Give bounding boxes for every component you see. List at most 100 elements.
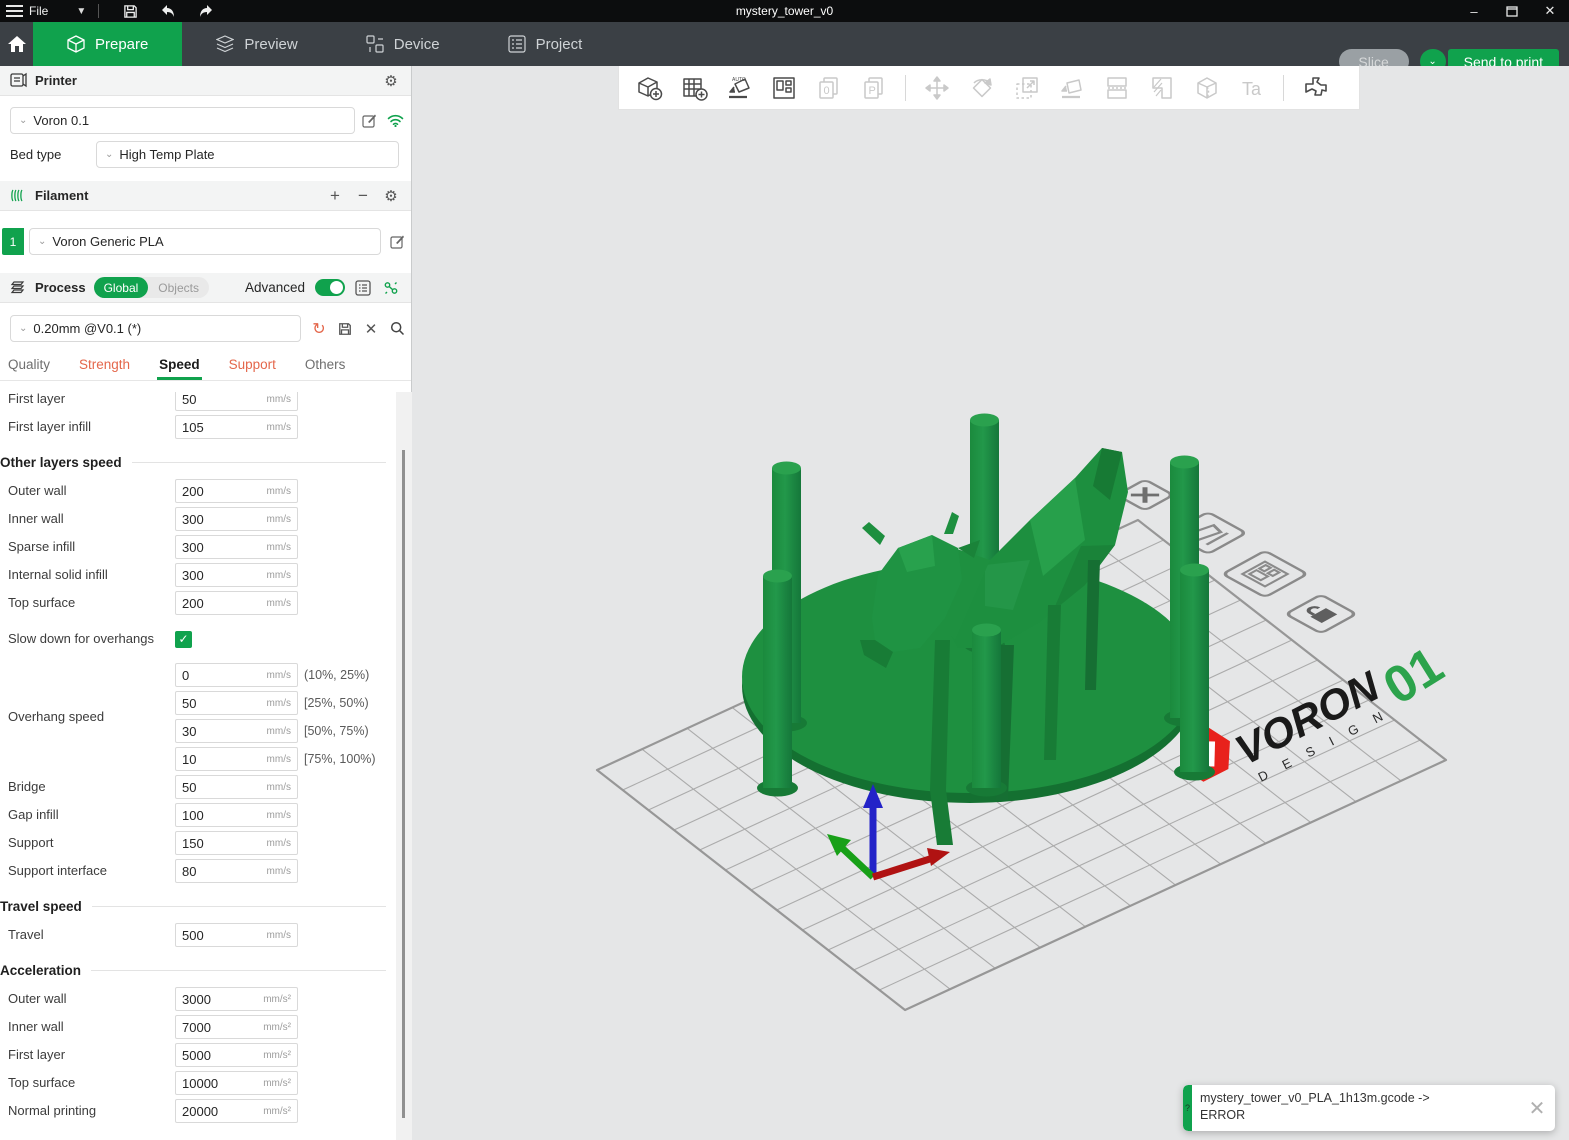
maximize-button[interactable] <box>1493 0 1531 22</box>
value-input[interactable]: 50mm/s <box>175 775 298 799</box>
undo-icon[interactable] <box>157 3 179 19</box>
value-input[interactable]: 10mm/s <box>175 747 298 771</box>
value-input[interactable]: 20000mm/s² <box>175 1099 298 1123</box>
setting-label: Bridge <box>8 779 175 795</box>
add-filament-icon[interactable]: + <box>325 186 345 206</box>
close-button[interactable]: ✕ <box>1531 0 1569 22</box>
printer-settings-gear-icon[interactable]: ⚙ <box>381 71 401 91</box>
setting-row: Bridge50mm/s <box>0 773 396 801</box>
value-input[interactable]: 80mm/s <box>175 859 298 883</box>
arrange-icon[interactable] <box>764 70 804 106</box>
bed-type-select[interactable]: ⌄ High Temp Plate <box>96 141 399 168</box>
add-plate-icon[interactable] <box>674 70 714 106</box>
bed-type-label: Bed type <box>10 147 96 162</box>
remove-filament-icon[interactable]: − <box>353 186 373 206</box>
setting-row: Inner wall7000mm/s² <box>0 1013 396 1041</box>
settings-scroll-area[interactable]: First layer50mm/sFirst layer infill105mm… <box>0 392 396 1140</box>
hamburger-menu-icon[interactable] <box>6 5 23 17</box>
parameter-list-icon[interactable] <box>353 278 373 298</box>
file-menu-chevron-icon[interactable]: ▼ <box>76 6 86 17</box>
edit-filament-icon[interactable] <box>387 232 407 252</box>
process-tab-others[interactable]: Others <box>305 353 346 380</box>
help-icon[interactable]: ? <box>1185 1103 1190 1113</box>
tab-project[interactable]: Project <box>474 22 617 66</box>
scene-canvas[interactable]: VORON D E S I G N 01 <box>413 66 1569 1140</box>
value-input[interactable]: 0mm/s <box>175 663 298 687</box>
advanced-toggle[interactable] <box>315 279 345 296</box>
tune-params-icon[interactable] <box>381 278 401 298</box>
scope-objects[interactable]: Objects <box>148 277 209 298</box>
lock-plate-button[interactable] <box>1286 595 1357 634</box>
value-input[interactable]: 300mm/s <box>175 535 298 559</box>
setting-label: First layer <box>8 392 175 407</box>
save-profile-icon[interactable] <box>335 319 355 339</box>
chevron-down-icon: ⌄ <box>19 323 27 334</box>
home-button[interactable] <box>0 22 33 66</box>
tab-prepare[interactable]: Prepare <box>33 22 182 66</box>
svg-text:Ta: Ta <box>1242 79 1262 99</box>
support-pillar[interactable] <box>1174 564 1215 781</box>
filament-select[interactable]: ⌄ Voron Generic PLA <box>29 228 381 255</box>
auto-orient-icon[interactable]: AUTO <box>719 70 759 106</box>
value-input[interactable]: 3000mm/s² <box>175 987 298 1011</box>
process-tab-quality[interactable]: Quality <box>8 353 50 380</box>
arrange-plate-button[interactable] <box>1223 551 1308 598</box>
minimize-button[interactable]: – <box>1455 0 1493 22</box>
wifi-icon[interactable] <box>385 111 405 131</box>
toolbar-divider <box>905 75 906 101</box>
save-icon[interactable] <box>119 3 141 19</box>
reset-profile-icon[interactable]: ↻ <box>309 319 329 339</box>
value-input[interactable]: 7000mm/s² <box>175 1015 298 1039</box>
toast-close-icon[interactable]: ✕ <box>1519 1085 1555 1131</box>
process-tab-speed[interactable]: Speed <box>159 353 200 380</box>
process-tab-strip: Quality Strength Speed Support Others <box>0 351 411 381</box>
value-input[interactable]: 30mm/s <box>175 719 298 743</box>
printer-section-title: Printer <box>35 73 77 88</box>
value-input[interactable]: 150mm/s <box>175 831 298 855</box>
file-menu[interactable]: File <box>29 4 48 18</box>
support-pillar[interactable] <box>966 624 1007 797</box>
panel-scrollbar-thumb[interactable] <box>402 450 405 1118</box>
value-input[interactable]: 300mm/s <box>175 507 298 531</box>
tab-preview[interactable]: Preview <box>182 22 331 66</box>
split-icon <box>1097 70 1137 106</box>
value-input[interactable]: 300mm/s <box>175 563 298 587</box>
process-profile-name: 0.20mm @V0.1 (*) <box>33 321 141 336</box>
range-note: [50%, 75%) <box>304 724 369 738</box>
add-model-icon[interactable] <box>629 70 669 106</box>
process-tab-strength[interactable]: Strength <box>79 353 130 380</box>
toast-accent-bar: ? <box>1183 1085 1192 1131</box>
viewport-3d[interactable]: VORON D E S I G N 01 <box>413 66 1569 1140</box>
process-profile-select[interactable]: ⌄ 0.20mm @V0.1 (*) <box>10 315 301 342</box>
value-input[interactable]: 200mm/s <box>175 479 298 503</box>
panel-scrollbar[interactable] <box>396 392 412 1140</box>
value-input[interactable]: 5000mm/s² <box>175 1043 298 1067</box>
value-input[interactable]: 105mm/s <box>175 415 298 439</box>
support-pillar[interactable] <box>757 570 798 797</box>
edit-printer-icon[interactable] <box>359 111 379 131</box>
process-section-header: Process Global Objects Advanced <box>0 273 411 303</box>
value-input[interactable]: 100mm/s <box>175 803 298 827</box>
setting-row: Sparse infill300mm/s <box>0 533 396 561</box>
lay-on-face-icon <box>1052 70 1092 106</box>
value-input[interactable]: 200mm/s <box>175 591 298 615</box>
gcode-error-toast: ? mystery_tower_v0_PLA_1h13m.gcode -> ER… <box>1183 1085 1555 1131</box>
value-input[interactable]: 500mm/s <box>175 923 298 947</box>
delete-profile-icon[interactable]: ✕ <box>361 319 381 339</box>
assembly-icon[interactable] <box>1295 70 1335 106</box>
redo-icon[interactable] <box>195 3 217 19</box>
printer-select[interactable]: ⌄ Voron 0.1 <box>10 107 355 134</box>
setting-row: Outer wall200mm/s <box>0 477 396 505</box>
filament-name: Voron Generic PLA <box>52 234 163 249</box>
value-input[interactable]: 50mm/s <box>175 392 298 411</box>
value-input[interactable]: 10000mm/s² <box>175 1071 298 1095</box>
scope-global[interactable]: Global <box>94 277 149 298</box>
setting-label: Top surface <box>8 1075 175 1091</box>
tab-device[interactable]: Device <box>332 22 474 66</box>
filament-settings-gear-icon[interactable]: ⚙ <box>381 186 401 206</box>
checkbox-checked[interactable]: ✓ <box>175 631 192 648</box>
search-icon[interactable] <box>387 319 407 339</box>
process-scope-toggle[interactable]: Global Objects <box>94 277 209 298</box>
value-input[interactable]: 50mm/s <box>175 691 298 715</box>
process-tab-support[interactable]: Support <box>229 353 276 380</box>
